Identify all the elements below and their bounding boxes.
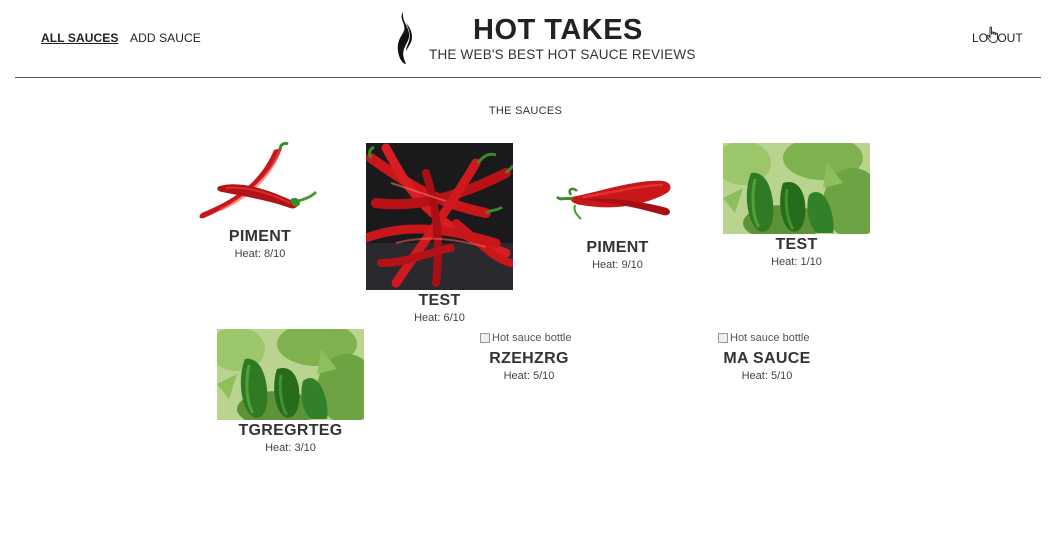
- sauce-name: MA SAUCE: [723, 350, 811, 367]
- brand-title: HOT TAKES: [473, 14, 643, 46]
- sauce-heat: Heat: 5/10: [503, 370, 555, 382]
- sauce-card[interactable]: TGREGRTEG Heat: 3/10: [217, 329, 364, 459]
- hand-cursor-icon: [986, 26, 998, 43]
- flame-logo-icon: [397, 12, 412, 64]
- sauce-name: RZEHZRG: [489, 350, 569, 367]
- sauce-card[interactable]: TEST Heat: 6/10: [366, 143, 513, 328]
- sauce-name: TEST: [775, 236, 818, 253]
- sauce-heat: Heat: 6/10: [414, 312, 465, 324]
- header-divider: [15, 77, 1041, 78]
- sauce-name: TEST: [418, 292, 461, 309]
- section-title: THE SAUCES: [488, 105, 563, 117]
- sauce-image: [366, 143, 513, 290]
- image-alt-text: Hot sauce bottle: [492, 332, 572, 344]
- sauce-image: [217, 329, 364, 420]
- sauce-card[interactable]: PIMENT Heat: 8/10: [190, 140, 330, 265]
- nav-all-sauces[interactable]: ALL SAUCES: [41, 31, 118, 45]
- header: ALL SAUCES ADD SAUCE HOT TAKES THE WEB'S…: [0, 0, 1051, 78]
- broken-image-icon: [718, 333, 728, 343]
- broken-image-icon: [480, 333, 490, 343]
- sauce-heat: Heat: 5/10: [741, 370, 793, 382]
- sauce-name: PIMENT: [586, 239, 649, 256]
- sauce-image: [199, 141, 318, 219]
- sauce-card[interactable]: TEST Heat: 1/10: [723, 143, 870, 273]
- image-alt-text: Hot sauce bottle: [730, 332, 810, 344]
- sauce-heat: Heat: 3/10: [265, 442, 316, 454]
- sauce-image: [723, 143, 870, 234]
- broken-image: Hot sauce bottle: [480, 332, 572, 344]
- sauce-card[interactable]: PIMENT Heat: 9/10: [545, 165, 690, 280]
- sauce-image: [555, 180, 671, 220]
- brand-subtitle: THE WEB'S BEST HOT SAUCE REVIEWS: [429, 47, 696, 62]
- broken-image: Hot sauce bottle: [718, 332, 810, 344]
- sauce-heat: Heat: 8/10: [234, 248, 286, 260]
- sauce-heat: Heat: 9/10: [592, 259, 643, 271]
- sauce-name: PIMENT: [228, 228, 292, 245]
- sauce-heat: Heat: 1/10: [771, 256, 822, 268]
- sauce-name: TGREGRTEG: [238, 422, 343, 439]
- nav-add-sauce[interactable]: ADD SAUCE: [130, 31, 201, 45]
- sauce-card[interactable]: Hot sauce bottle MA SAUCE Heat: 5/10: [707, 330, 827, 390]
- sauce-card[interactable]: Hot sauce bottle RZEHZRG Heat: 5/10: [469, 330, 589, 390]
